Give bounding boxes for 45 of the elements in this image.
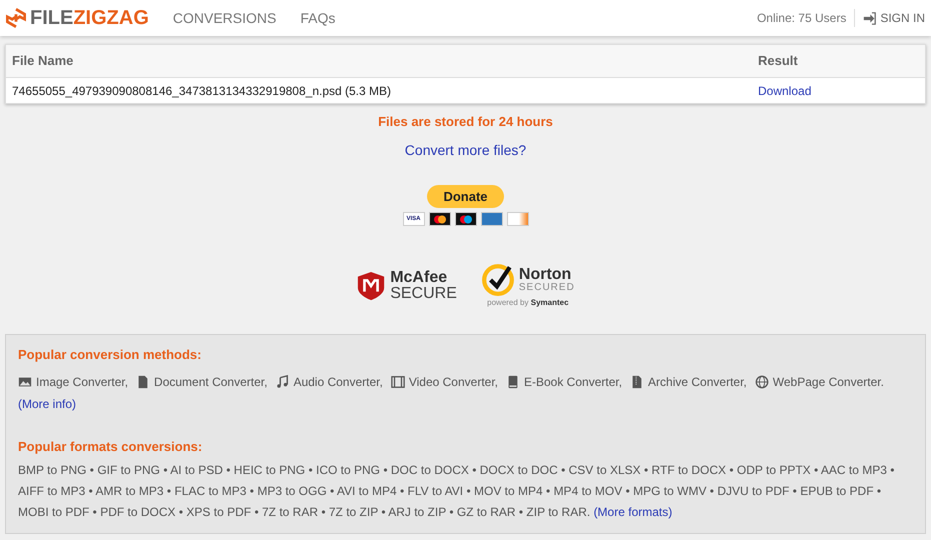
logo-icon	[6, 7, 26, 29]
film-icon	[390, 374, 405, 388]
online-users: Online: 75 Users	[756, 10, 846, 27]
more-formats-link[interactable]: (More formats)	[594, 505, 672, 519]
payment-card-icon	[480, 212, 502, 226]
book-icon	[506, 374, 520, 388]
section-heading: Popular conversion methods:	[18, 346, 202, 364]
badge-subtitle: SECURE	[390, 286, 457, 302]
powered-by-text: powered by Symantec	[487, 297, 569, 309]
payment-card-icon	[506, 212, 528, 226]
image-icon	[18, 374, 32, 388]
column-header: Result	[758, 52, 799, 70]
convert-more-link[interactable]: Convert more files?	[404, 140, 526, 160]
file-name-cell-text: 74655055_497939090808146_3473813134332919808_n.psd (5.3 MB)	[11, 82, 392, 100]
badge-title: Norton	[518, 267, 572, 283]
archive-file-icon	[630, 374, 644, 388]
more-info-link[interactable]: (More info)	[18, 394, 76, 412]
download-link[interactable]: Download	[758, 84, 812, 98]
storage-notice: Files are stored for 24 hours	[377, 113, 554, 131]
format-conversions-list: BMP to PNG • GIF to PNG • AI to PSD • HEIC to PNG • ICO to PNG • DOC to DOCX • DOCX to DOC • CSV to XLSX • RTF to DOCX • ODP to PPTX • AAC to MP3 • AIFF to MP3 • AMR to MP3 • FLAC to MP3 • MP3 to OGG • AVI to MP4 • FLV to AVI • MOV to MP4 • MP4 to MOV • MPG to WMV • DJVU to PDF • EPUB to PDF • MOBI to PDF • PDF to DOCX • XPS to PDF • 7Z to RAR • 7Z to ZIP • ARJ to ZIP • GZ to RAR • ZIP to RAR. (More formats)	[18, 460, 913, 523]
donate-button[interactable]: Donate	[427, 184, 504, 208]
payment-card-icon	[454, 212, 476, 226]
converter-link[interactable]: Document Converter,	[154, 372, 268, 390]
badge-title: McAfee	[390, 270, 448, 286]
music-note-icon	[275, 374, 290, 388]
converter-link[interactable]: Audio Converter,	[293, 372, 383, 390]
globe-icon	[754, 374, 769, 388]
document-icon	[136, 374, 150, 388]
sign-in-link[interactable]: SIGN IN	[854, 9, 925, 27]
logo[interactable]: FILEZIGZAG	[6, 3, 149, 33]
converter-link[interactable]: WebPage Converter.	[772, 372, 884, 390]
column-header: File Name	[11, 52, 74, 70]
converter-link[interactable]: Archive Converter,	[648, 372, 747, 390]
checkmark-icon	[480, 263, 515, 297]
payment-card-icon	[428, 212, 450, 226]
nav-link[interactable]: FAQs	[300, 8, 336, 28]
badge-subtitle: SECURED	[518, 283, 575, 293]
shield-icon	[356, 269, 386, 303]
section-heading: Popular formats conversions:	[18, 438, 204, 456]
converter-link[interactable]: Image Converter,	[36, 372, 128, 390]
nav-link[interactable]: CONVERSIONS	[172, 8, 276, 28]
converter-link[interactable]: E-Book Converter,	[524, 372, 622, 390]
logo-text: FILEZIGZAG	[30, 6, 149, 31]
sign-in-icon	[863, 12, 876, 24]
converter-link[interactable]: Video Converter,	[408, 372, 498, 390]
